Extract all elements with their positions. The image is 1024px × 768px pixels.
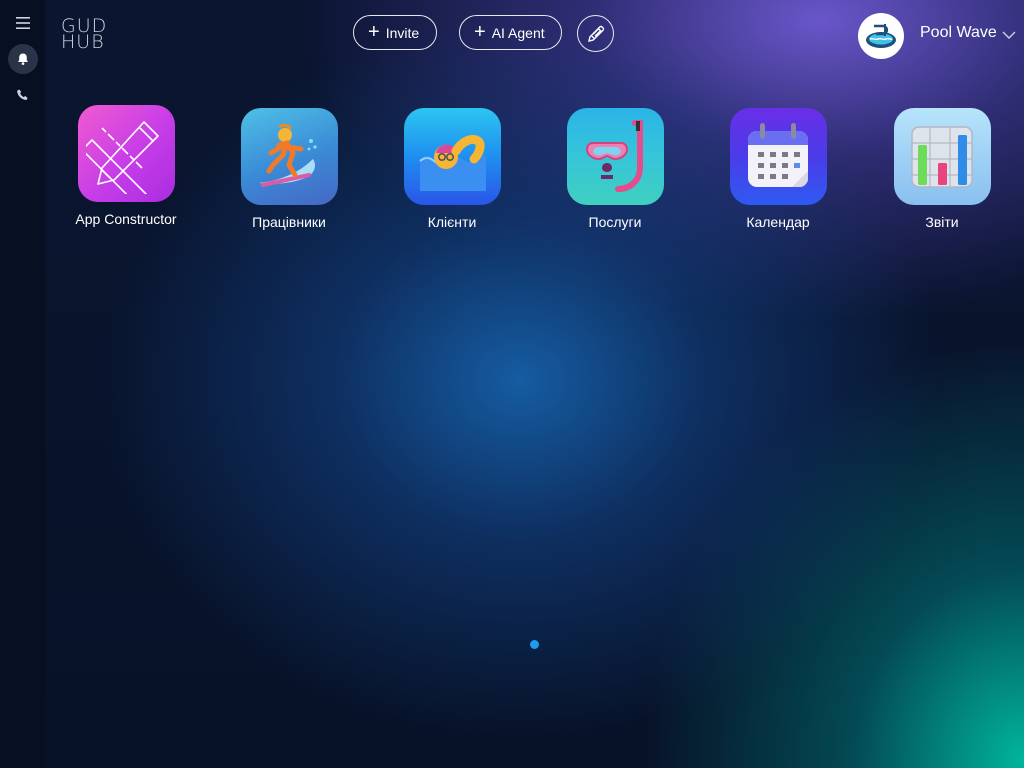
sidebar — [0, 0, 45, 768]
app-tile[interactable] — [403, 108, 501, 205]
app-posluhy[interactable]: Послуги — [545, 108, 685, 230]
pencil-icon — [587, 25, 604, 42]
ai-agent-label: AI Agent — [491, 24, 545, 41]
avatar[interactable] — [858, 13, 904, 59]
plus-icon: + — [474, 20, 486, 43]
bell-icon — [18, 53, 28, 65]
snorkel-mask-icon — [585, 119, 643, 192]
app-app-constructor[interactable]: App Constructor — [56, 105, 196, 227]
app-kalendar[interactable]: Календар — [708, 108, 848, 230]
invite-button[interactable]: + Invite — [353, 15, 437, 50]
app-zvity[interactable]: Звіти — [872, 108, 1012, 230]
app-label: Послуги — [588, 214, 642, 230]
app-label: App Constructor — [75, 211, 177, 227]
app-tile[interactable] — [729, 108, 827, 205]
edit-mode-button[interactable] — [577, 15, 614, 52]
app-klienty[interactable]: Клієнти — [382, 108, 522, 230]
phone-icon — [17, 89, 28, 100]
app-label: Календар — [746, 214, 810, 230]
app-tile[interactable] — [77, 105, 175, 202]
bar-chart-icon — [911, 125, 973, 188]
plus-icon: + — [368, 20, 380, 43]
user-name[interactable]: Pool Wave — [920, 24, 997, 42]
app-tile[interactable] — [240, 108, 338, 205]
ai-agent-button[interactable]: + AI Agent — [459, 15, 562, 50]
gudhub-logo[interactable]: GUD HUB — [61, 17, 107, 53]
app-label: Працівники — [252, 214, 326, 230]
calendar-icon — [748, 122, 808, 187]
app-tile[interactable] — [893, 108, 991, 205]
logo-line-2: HUB — [61, 31, 105, 53]
app-tile[interactable] — [566, 108, 664, 205]
app-label: Звіти — [925, 214, 959, 230]
calls-button[interactable] — [8, 80, 38, 110]
notifications-button[interactable] — [8, 44, 38, 74]
page-indicator-dot[interactable] — [530, 640, 539, 649]
menu-button[interactable] — [8, 8, 38, 38]
menu-icon — [16, 17, 30, 29]
app-pratsivnyky[interactable]: Працівники — [219, 108, 359, 230]
swimmer-icon — [419, 134, 486, 191]
chevron-down-icon[interactable] — [1002, 31, 1016, 40]
surfer-icon — [259, 123, 317, 187]
ruler-pencil-icon — [86, 120, 159, 194]
app-label: Клієнти — [427, 214, 477, 230]
invite-label: Invite — [385, 24, 420, 41]
pool-logo-icon — [866, 24, 896, 48]
